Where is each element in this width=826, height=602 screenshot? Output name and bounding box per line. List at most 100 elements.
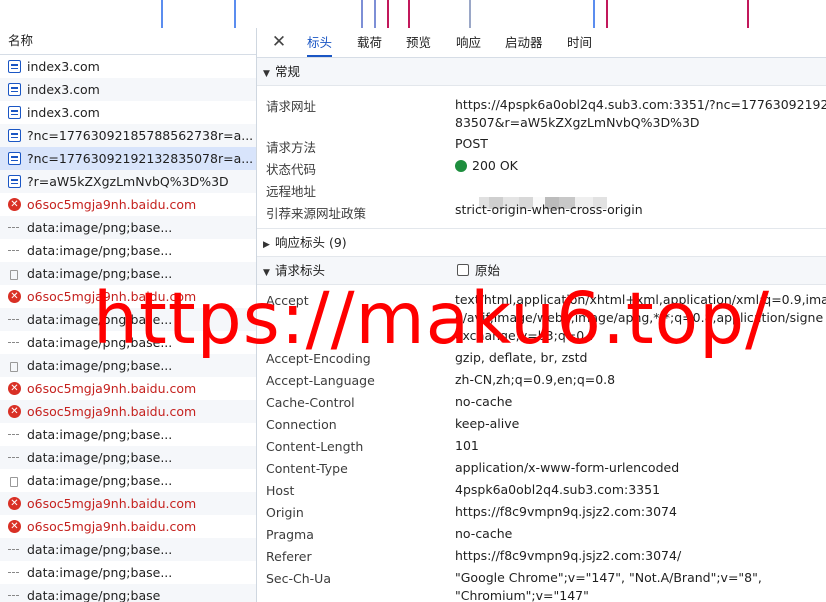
header-value[interactable]: 101	[455, 437, 479, 455]
file-icon	[10, 477, 18, 487]
request-row[interactable]: ?nc=17763092192132835078r=a...	[0, 147, 256, 170]
referrer-policy-value[interactable]: strict-origin-when-cross-origin	[455, 202, 643, 217]
request-name: o6soc5mgja9nh.baidu.com	[27, 519, 197, 534]
timeline-mark	[408, 0, 411, 28]
header-value[interactable]: https://f8c9vmpn9q.jsjz2.com:3074	[455, 503, 677, 521]
timeline-mark	[233, 0, 236, 28]
url-label: 请求网址	[266, 99, 317, 114]
dash-icon	[8, 227, 19, 228]
error-icon: ✕	[8, 198, 21, 211]
header-value[interactable]: keep-alive	[455, 415, 519, 433]
close-icon[interactable]: ✕	[271, 32, 287, 52]
header-value[interactable]: "Google Chrome";v="147", "Not.A/Brand";v…	[455, 569, 762, 602]
network-timeline[interactable]	[0, 0, 826, 29]
tab-4[interactable]: 启动器	[505, 28, 543, 57]
dash-icon	[8, 434, 19, 435]
request-row[interactable]: data:image/png;base...	[0, 538, 256, 561]
timeline-mark	[606, 0, 609, 28]
request-row[interactable]: ✕ o6soc5mgja9nh.baidu.com	[0, 515, 256, 538]
status-ok-icon	[455, 160, 467, 172]
dash-icon	[8, 457, 19, 458]
header-name: Accept-Language	[266, 373, 375, 388]
dash-icon	[8, 549, 19, 550]
timeline-mark	[593, 0, 596, 28]
general-title: 常规	[275, 64, 301, 79]
request-row[interactable]: data:image/png;base	[0, 584, 256, 602]
request-name: o6soc5mgja9nh.baidu.com	[27, 496, 197, 511]
error-icon: ✕	[8, 405, 21, 418]
request-row[interactable]: index3.com	[0, 101, 256, 124]
header-value[interactable]: zh-CN,zh;q=0.9,en;q=0.8	[455, 371, 615, 389]
general-section: 请求网址 https://4pspk6a0obl2q4.sub3.com:335…	[257, 86, 826, 229]
request-name: ?r=aW5kZXgzLmNvbQ%3D%3D	[27, 174, 229, 189]
status-label: 状态代码	[266, 162, 317, 177]
timeline-mark	[746, 0, 749, 28]
document-icon	[8, 106, 21, 119]
error-icon: ✕	[8, 382, 21, 395]
request-row[interactable]: index3.com	[0, 55, 256, 78]
header-name: Cache-Control	[266, 395, 355, 410]
timeline-mark	[360, 0, 363, 28]
request-row[interactable]: ✕ o6soc5mgja9nh.baidu.com	[0, 377, 256, 400]
request-row[interactable]: data:image/png;base...	[0, 239, 256, 262]
request-name: ?nc=17763092185788562738r=a...	[27, 128, 254, 143]
request-row[interactable]: ✕ o6soc5mgja9nh.baidu.com	[0, 492, 256, 515]
error-icon: ✕	[8, 497, 21, 510]
general-section-header[interactable]: ▼ 常规	[257, 58, 826, 86]
response-headers-section-header[interactable]: ▶ 响应标头 (9)	[257, 229, 826, 257]
raw-label: 原始	[475, 263, 501, 278]
document-icon	[8, 83, 21, 96]
dash-icon	[8, 319, 19, 320]
referrer-policy-label: 引荐来源网址政策	[266, 206, 367, 221]
request-name: data:image/png;base	[27, 588, 161, 602]
status-value[interactable]: 200 OK	[472, 158, 518, 173]
request-name: data:image/png;base...	[27, 565, 173, 580]
request-name: index3.com	[27, 82, 100, 97]
method-label: 请求方法	[266, 140, 317, 155]
checkbox-icon[interactable]	[457, 264, 469, 276]
request-row[interactable]: ?nc=17763092185788562738r=a...	[0, 124, 256, 147]
request-name: o6soc5mgja9nh.baidu.com	[27, 381, 197, 396]
header-name: Connection	[266, 417, 337, 432]
error-icon: ✕	[8, 290, 21, 303]
tab-5[interactable]: 时间	[567, 28, 592, 57]
request-name: o6soc5mgja9nh.baidu.com	[27, 404, 197, 419]
header-name: Pragma	[266, 527, 314, 542]
response-headers-title: 响应标头 (9)	[275, 235, 347, 250]
request-name: index3.com	[27, 59, 100, 74]
request-name: data:image/png;base...	[27, 542, 173, 557]
request-row[interactable]: ?r=aW5kZXgzLmNvbQ%3D%3D	[0, 170, 256, 193]
header-value[interactable]: https://f8c9vmpn9q.jsjz2.com:3074/	[455, 547, 681, 565]
tab-1[interactable]: 载荷	[357, 28, 382, 57]
status-value-wrap: 200 OK	[455, 158, 518, 173]
method-value[interactable]: POST	[455, 136, 488, 151]
request-row[interactable]: data:image/png;base...	[0, 469, 256, 492]
document-icon	[8, 152, 21, 165]
tab-0[interactable]: 标头	[307, 28, 333, 57]
remote-address-label: 远程地址	[266, 184, 317, 199]
request-row[interactable]: ✕ o6soc5mgja9nh.baidu.com	[0, 193, 256, 216]
request-row[interactable]: index3.com	[0, 78, 256, 101]
dash-icon	[8, 250, 19, 251]
request-name: index3.com	[27, 105, 100, 120]
request-row[interactable]: data:image/png;base...	[0, 423, 256, 446]
header-value[interactable]: application/x-www-form-urlencoded	[455, 459, 679, 477]
request-headers-title: 请求标头	[275, 263, 326, 278]
header-value[interactable]: no-cache	[455, 393, 512, 411]
header-value[interactable]: no-cache	[455, 525, 512, 543]
file-icon	[10, 270, 18, 280]
tab-2[interactable]: 预览	[406, 28, 431, 57]
request-row[interactable]: data:image/png;base...	[0, 216, 256, 239]
request-name: data:image/png;base...	[27, 220, 173, 235]
timeline-mark	[374, 0, 377, 28]
header-name: Content-Length	[266, 439, 364, 454]
timeline-mark	[161, 0, 164, 28]
request-row[interactable]: data:image/png;base...	[0, 446, 256, 469]
header-value[interactable]: 4pspk6a0obl2q4.sub3.com:3351	[455, 481, 660, 499]
url-value[interactable]: https://4pspk6a0obl2q4.sub3.com:3351/?nc…	[455, 96, 826, 132]
request-row[interactable]: data:image/png;base...	[0, 561, 256, 584]
tab-3[interactable]: 响应	[456, 28, 481, 57]
request-row[interactable]: ✕ o6soc5mgja9nh.baidu.com	[0, 400, 256, 423]
name-column-header[interactable]: 名称	[0, 28, 256, 55]
header-name: Origin	[266, 505, 304, 520]
